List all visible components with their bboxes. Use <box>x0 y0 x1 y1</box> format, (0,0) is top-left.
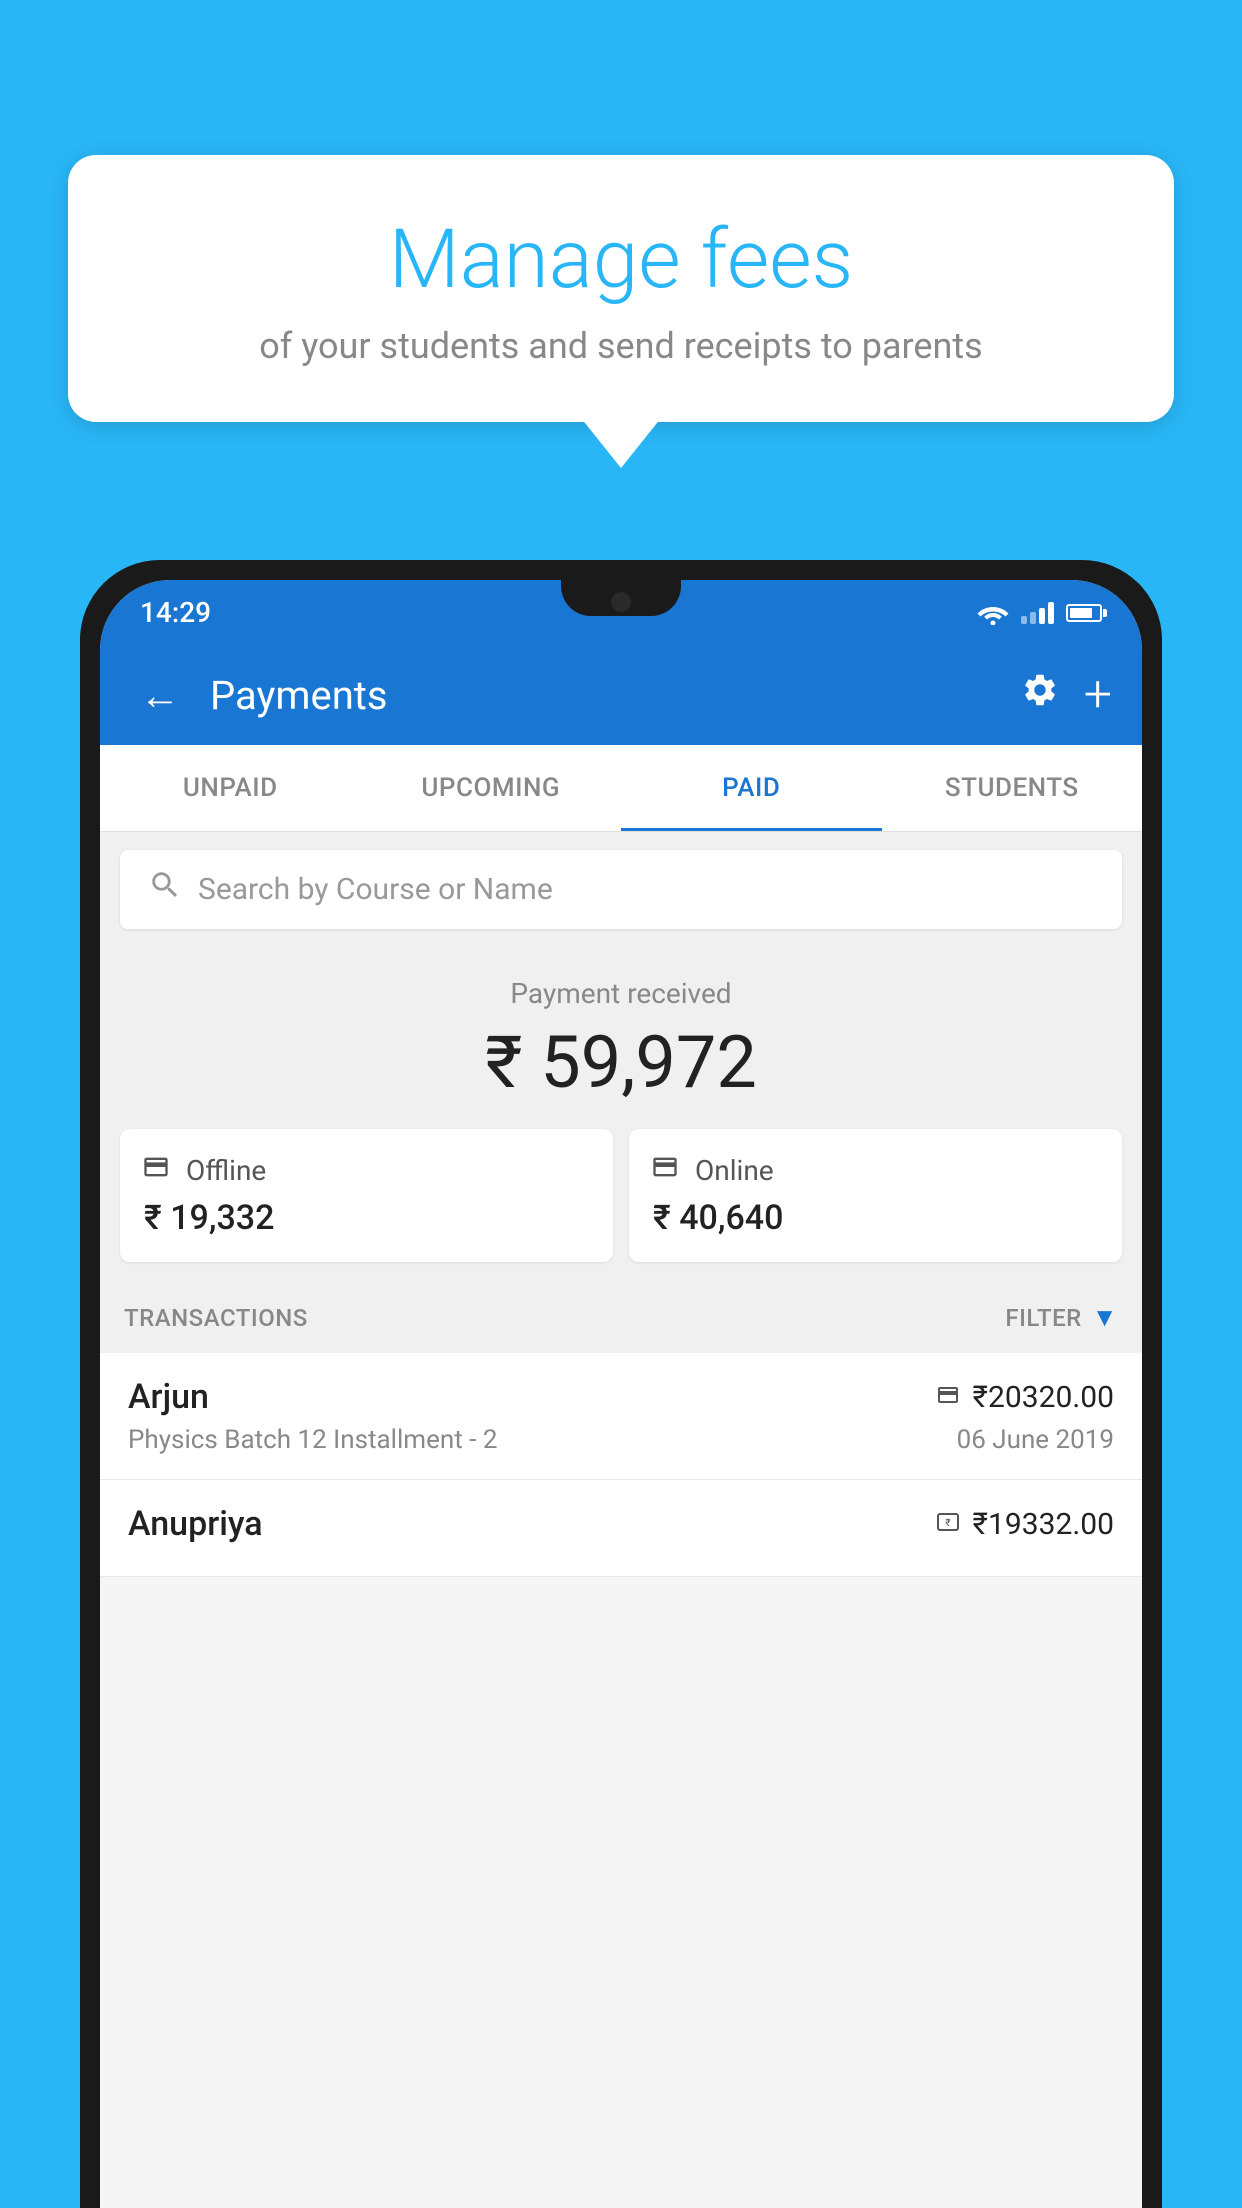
payment-total-amount: ₹ 59,972 <box>120 1020 1122 1105</box>
phone-frame: 14:29 <box>80 560 1162 2208</box>
online-card-header: Online <box>649 1153 1102 1188</box>
search-container: Search by Course or Name <box>100 832 1142 947</box>
camera-dot <box>611 592 631 612</box>
online-icon <box>649 1153 681 1188</box>
online-amount: ₹ 40,640 <box>649 1198 1102 1238</box>
transaction-date: 06 June 2019 <box>957 1425 1114 1455</box>
signal-icon <box>1021 602 1054 624</box>
filter-icon: ▼ <box>1092 1302 1118 1333</box>
filter-button[interactable]: FILTER ▼ <box>1005 1302 1118 1333</box>
app-header: ← Payments + <box>100 645 1142 745</box>
search-icon <box>148 868 182 911</box>
transaction-main-row: Anupriya ₹ ₹19332.00 <box>128 1504 1114 1544</box>
add-button[interactable]: + <box>1084 666 1112 724</box>
transaction-detail-row: Physics Batch 12 Installment - 2 06 June… <box>128 1425 1114 1455</box>
offline-payment-card: Offline ₹ 19,332 <box>120 1129 613 1262</box>
header-actions: + <box>1021 666 1112 724</box>
student-name: Anupriya <box>128 1504 263 1544</box>
search-placeholder: Search by Course or Name <box>198 872 553 907</box>
payment-received-section: Payment received ₹ 59,972 Offline <box>100 947 1142 1282</box>
transactions-list: Arjun ₹20320.00 Physics Batch 12 Install… <box>100 1353 1142 1577</box>
status-icons <box>977 601 1102 625</box>
battery-icon <box>1066 604 1102 622</box>
search-bar[interactable]: Search by Course or Name <box>120 850 1122 929</box>
card-icon <box>649 1153 681 1181</box>
payment-type-icon-offline: ₹ <box>933 1508 963 1541</box>
course-info: Physics Batch 12 Installment - 2 <box>128 1425 497 1455</box>
speech-bubble: Manage fees of your students and send re… <box>68 155 1174 422</box>
tabs-bar: UNPAID UPCOMING PAID STUDENTS <box>100 745 1142 832</box>
credit-card-icon <box>933 1383 963 1407</box>
phone-screen: 14:29 <box>100 580 1142 2208</box>
magnifier-icon <box>148 868 182 902</box>
tab-paid[interactable]: PAID <box>621 745 882 831</box>
svg-text:₹: ₹ <box>945 1518 950 1529</box>
online-payment-card: Online ₹ 40,640 <box>629 1129 1122 1262</box>
offline-icon <box>140 1153 172 1188</box>
payment-received-label: Payment received <box>120 977 1122 1010</box>
online-type-label: Online <box>695 1154 774 1187</box>
tab-students[interactable]: STUDENTS <box>882 745 1143 831</box>
transaction-main-row: Arjun ₹20320.00 <box>128 1377 1114 1417</box>
payment-cards: Offline ₹ 19,332 Online <box>120 1129 1122 1262</box>
transaction-row[interactable]: Arjun ₹20320.00 Physics Batch 12 Install… <box>100 1353 1142 1480</box>
phone-inner: 14:29 <box>90 570 1152 2208</box>
tab-upcoming[interactable]: UPCOMING <box>361 745 622 831</box>
amount-value: ₹19332.00 <box>973 1507 1114 1542</box>
rupee-card-icon: ₹ <box>933 1510 963 1534</box>
transactions-label: TRANSACTIONS <box>124 1304 308 1332</box>
cash-icon <box>140 1153 172 1181</box>
tab-unpaid[interactable]: UNPAID <box>100 745 361 831</box>
bubble-title: Manage fees <box>118 215 1124 305</box>
transaction-amount: ₹20320.00 <box>933 1380 1114 1415</box>
offline-amount: ₹ 19,332 <box>140 1198 593 1238</box>
payment-type-icon-online <box>933 1381 963 1414</box>
phone-notch <box>561 580 681 616</box>
transaction-row[interactable]: Anupriya ₹ ₹19332.00 <box>100 1480 1142 1577</box>
wifi-icon <box>977 601 1009 625</box>
status-time: 14:29 <box>140 596 211 629</box>
offline-card-header: Offline <box>140 1153 593 1188</box>
settings-button[interactable] <box>1021 671 1059 719</box>
transaction-amount: ₹ ₹19332.00 <box>933 1507 1114 1542</box>
back-button[interactable]: ← <box>130 662 190 729</box>
bubble-subtitle: of your students and send receipts to pa… <box>118 325 1124 367</box>
filter-label: FILTER <box>1005 1304 1081 1332</box>
amount-value: ₹20320.00 <box>973 1380 1114 1415</box>
page-title: Payments <box>210 672 1001 719</box>
transactions-header: TRANSACTIONS FILTER ▼ <box>100 1282 1142 1353</box>
student-name: Arjun <box>128 1377 209 1417</box>
gear-icon <box>1021 671 1059 709</box>
offline-type-label: Offline <box>186 1154 266 1187</box>
